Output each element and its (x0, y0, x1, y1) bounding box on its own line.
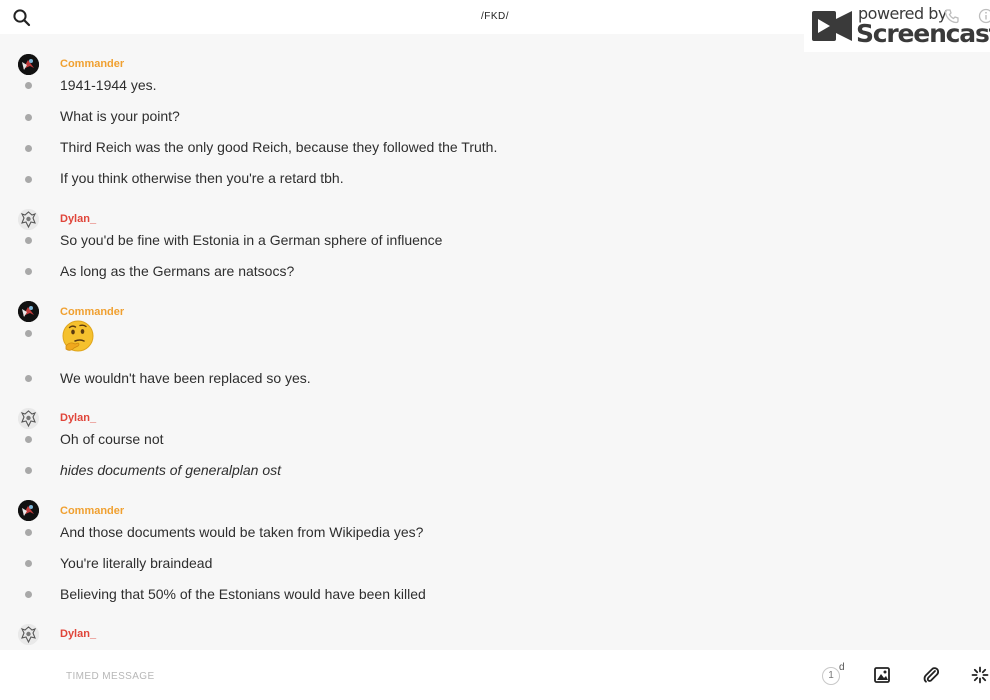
message-bullet (25, 176, 32, 183)
message-author[interactable]: Dylan_ (60, 412, 96, 424)
message-bullet (25, 591, 32, 598)
message-text: You're literally braindead (60, 555, 213, 571)
message-bullet (25, 114, 32, 121)
avatar[interactable] (18, 624, 39, 645)
message-text: Believing that 50% of the Estonians woul… (60, 586, 426, 602)
message-text: Oh of course not (60, 431, 164, 447)
message-author[interactable]: Commander (60, 58, 124, 70)
message-text: As long as the Germans are natsocs? (60, 263, 295, 279)
message-bullet (25, 145, 32, 152)
top-bar: /FKD/ powered by Screencastify (0, 0, 990, 52)
timer-unit: d (839, 662, 845, 673)
message-text: 1941-1944 yes. (60, 77, 157, 93)
message-text: What is your point? (60, 108, 180, 124)
avatar[interactable] (18, 54, 39, 75)
message-bullet (25, 268, 32, 275)
message-bullet (25, 467, 32, 474)
message-bullet (25, 82, 32, 89)
avatar[interactable] (18, 500, 39, 521)
message-text: And those documents would be taken from … (60, 524, 424, 540)
message-composer: 1 d (0, 650, 990, 700)
message-input[interactable] (66, 668, 666, 684)
avatar[interactable] (18, 209, 39, 230)
message-bullet (25, 237, 32, 244)
sparkle-icon[interactable] (970, 665, 990, 685)
message-text: We wouldn't have been replaced so yes. (60, 370, 311, 386)
image-icon[interactable] (872, 665, 892, 685)
message-bullet (25, 375, 32, 382)
message-text: If you think otherwise then you're a ret… (60, 170, 344, 186)
message-author[interactable]: Dylan_ (60, 213, 96, 225)
avatar[interactable] (18, 408, 39, 429)
message-author[interactable]: Commander (60, 306, 124, 318)
message-author[interactable]: Dylan_ (60, 628, 96, 640)
timer-value: 1 (822, 667, 840, 685)
info-icon[interactable] (978, 8, 990, 29)
thinking-face-emoji (60, 319, 96, 355)
phone-icon[interactable] (944, 8, 960, 29)
paperclip-icon[interactable] (921, 665, 941, 685)
message-bullet (25, 529, 32, 536)
message-bullet (25, 436, 32, 443)
message-list: Commander 1941-1944 yes. What is your po… (0, 34, 990, 650)
message-bullet (25, 560, 32, 567)
message-text: So you'd be fine with Estonia in a Germa… (60, 232, 443, 248)
message-text: hides documents of generalplan ost (60, 462, 282, 478)
timer-button[interactable]: 1 d (820, 662, 846, 688)
message-bullet (25, 330, 32, 337)
avatar[interactable] (18, 301, 39, 322)
message-author[interactable]: Commander (60, 505, 124, 517)
message-text: Third Reich was the only good Reich, bec… (60, 139, 498, 155)
